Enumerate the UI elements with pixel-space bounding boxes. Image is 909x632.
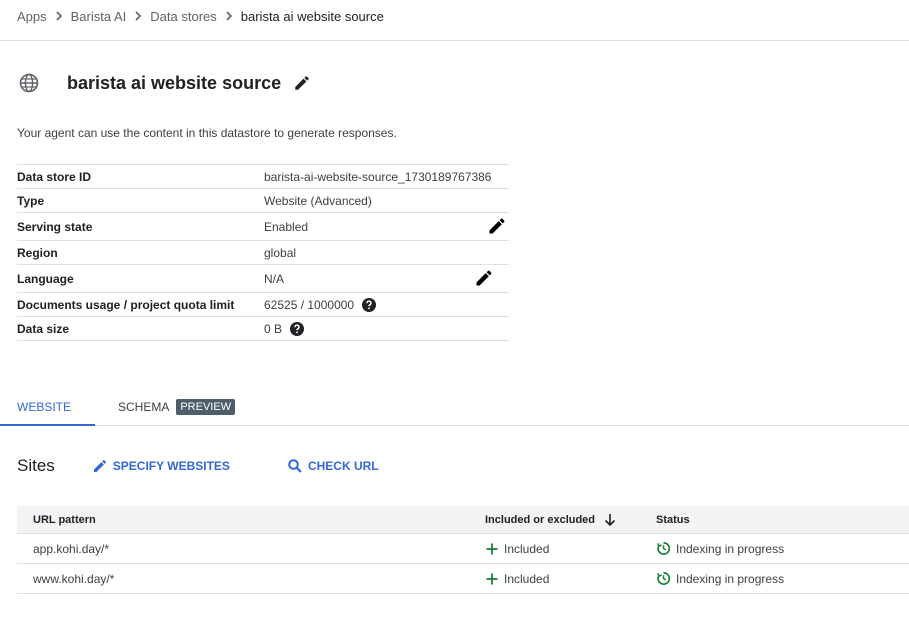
chevron-right-icon [217,11,241,21]
property-key: Data store ID [17,169,92,184]
pencil-icon[interactable] [474,268,494,288]
property-row-region: Region global [17,241,509,265]
sites-title: Sites [17,456,55,475]
check-url-label: CHECK URL [307,459,379,473]
property-value: Enabled [264,219,309,234]
status-label: Indexing in progress [676,571,785,586]
table-row[interactable]: app.kohi.day/* Included Indexing in prog… [17,534,909,564]
tab-active-indicator [0,424,95,426]
property-value: barista-ai-website-source_1730189767386 [264,169,492,184]
status-cell: Indexing in progress [656,571,909,586]
property-value-wrap: 62525 / 1000000 [264,297,509,312]
property-value-wrap: 0 B [264,321,509,336]
search-icon [287,458,303,474]
tab-schema-label: SCHEMA [118,399,170,414]
property-row-documents-usage: Documents usage / project quota limit 62… [17,293,509,317]
pencil-icon [92,458,108,474]
check-url-button[interactable]: CHECK URL [287,458,379,474]
included-label: Included [504,541,550,556]
property-row-language: Language N/A [17,265,509,293]
plus-icon [485,572,499,586]
status-progress-icon [656,571,671,586]
property-value: 0 B [264,321,283,336]
properties-table: Data store ID barista-ai-website-source_… [17,164,509,341]
chevron-right-icon [47,11,71,21]
chevron-right-icon [126,11,150,21]
pencil-icon[interactable] [293,74,311,92]
included-cell: Included [485,572,656,586]
breadcrumb-apps[interactable]: Apps [17,9,47,24]
breadcrumb: Apps Barista AI Data stores barista ai w… [17,8,384,24]
tab-schema[interactable]: SCHEMA PREVIEW [118,388,236,425]
property-row-serving-state: Serving state Enabled [17,213,509,241]
property-key: Language [17,271,74,286]
property-key: Serving state [17,219,93,234]
property-key: Type [17,193,45,208]
help-icon[interactable] [290,321,305,336]
globe-icon [17,71,41,95]
breadcrumb-barista-ai[interactable]: Barista AI [71,9,127,24]
included-label: Included [504,571,550,586]
property-row-type: Type Website (Advanced) [17,189,509,213]
sites-toolbar: Sites SPECIFY WEBSITES CHECK URL [17,454,379,478]
arrow-down-icon[interactable] [603,513,617,527]
status-cell: Indexing in progress [656,541,909,556]
header-divider [0,40,909,41]
specify-websites-button[interactable]: SPECIFY WEBSITES [92,458,230,474]
page-title: barista ai website source [67,72,282,93]
property-value: global [264,245,297,260]
column-included-wrap[interactable]: Included or excluded [485,513,656,527]
url-pattern-cell: www.kohi.day/* [33,571,115,586]
plus-icon [485,542,499,556]
help-icon[interactable] [362,297,377,312]
property-key: Data size [17,321,70,336]
property-key: Documents usage / project quota limit [17,297,235,312]
tab-bar: WEBSITE SCHEMA PREVIEW [0,388,909,426]
sites-table: URL pattern Included or excluded Status … [17,506,909,594]
property-value: 62525 / 1000000 [264,297,355,312]
pencil-icon[interactable] [487,216,507,236]
status-progress-icon [656,541,671,556]
tab-website[interactable]: WEBSITE [0,388,95,426]
column-status[interactable]: Status [656,514,909,526]
status-label: Indexing in progress [676,541,785,556]
table-row[interactable]: www.kohi.day/* Included Indexing in prog… [17,564,909,594]
column-url-pattern[interactable]: URL pattern [17,514,485,526]
breadcrumb-data-stores[interactable]: Data stores [150,9,216,24]
tab-website-label: WEBSITE [17,399,72,414]
url-pattern-cell: app.kohi.day/* [33,541,110,556]
property-value: N/A [264,271,285,286]
breadcrumb-current: barista ai website source [240,8,384,24]
page-description: Your agent can use the content in this d… [17,126,397,140]
table-header: URL pattern Included or excluded Status [17,506,909,534]
specify-websites-label: SPECIFY WEBSITES [112,459,230,473]
property-value: Website (Advanced) [264,193,372,208]
title-row: barista ai website source [17,70,311,96]
property-key: Region [17,245,58,260]
property-row-id: Data store ID barista-ai-website-source_… [17,165,509,189]
property-row-data-size: Data size 0 B [17,317,509,341]
included-cell: Included [485,542,656,556]
preview-badge: PREVIEW [176,398,236,415]
column-included: Included or excluded [485,513,596,526]
